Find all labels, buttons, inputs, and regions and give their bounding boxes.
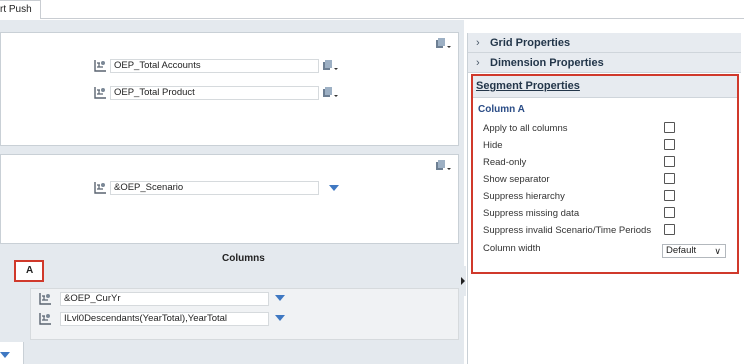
option-label: Read-only (483, 157, 527, 168)
tab-bar: rt Push (0, 0, 744, 19)
rows-strip (0, 342, 24, 364)
dimension-field[interactable]: ILvl0Descendants(YearTotal),YearTotal (60, 312, 269, 326)
option-label: Suppress hierarchy (483, 191, 565, 202)
chevron-right-icon: › (476, 57, 480, 69)
member-selector-icon[interactable] (322, 87, 338, 99)
column-width-label: Column width (483, 243, 541, 254)
dropdown-arrow-icon[interactable] (275, 295, 285, 301)
segment-column-name: Column A (478, 104, 525, 115)
dropdown-arrow-icon[interactable] (275, 315, 285, 321)
column-width-value: Default (666, 245, 697, 256)
dimension-icon (39, 292, 52, 305)
option-checkbox[interactable] (664, 122, 675, 133)
dimension-menu-icon[interactable] (435, 160, 451, 172)
column-segment-panel: &OEP_CurYr ILvl0Descendants(YearTotal),Y… (30, 288, 459, 340)
option-checkbox[interactable] (664, 139, 675, 150)
dimension-icon (39, 312, 52, 325)
option-checkbox[interactable] (664, 156, 675, 167)
grid-properties-header[interactable]: › Grid Properties (468, 33, 741, 53)
dimension-field[interactable]: &OEP_CurYr (60, 292, 269, 306)
point-of-view-panel: OEP_Total Accounts OEP_Total Product (0, 32, 459, 146)
column-segment-selector[interactable]: A (14, 260, 44, 282)
chevron-right-icon: › (476, 37, 480, 49)
segment-properties-header[interactable]: Segment Properties (473, 76, 737, 98)
dimension-icon (94, 59, 107, 72)
segment-properties-section: Segment Properties Column A Apply to all… (471, 74, 739, 274)
pov-row: OEP_Total Product (94, 86, 354, 100)
option-label: Hide (483, 140, 503, 151)
columns-title: Columns (222, 253, 265, 264)
option-label: Show separator (483, 174, 550, 185)
tab-label: rt Push (0, 4, 32, 15)
panel-splitter-handle[interactable] (459, 266, 466, 296)
chevron-down-icon: ∨ (714, 246, 721, 256)
option-label: Suppress missing data (483, 208, 580, 219)
tab-smart-push[interactable]: rt Push (0, 0, 41, 19)
option-label: Suppress invalid Scenario/Time Periods (483, 225, 652, 236)
option-checkbox[interactable] (664, 190, 675, 201)
dimension-field[interactable]: OEP_Total Accounts (110, 59, 319, 73)
form-designer: rt Push OEP_Total Accounts OEP_Total Pro… (0, 0, 744, 364)
pov-row: OEP_Total Accounts (94, 59, 354, 73)
option-checkbox[interactable] (664, 224, 675, 235)
dimension-properties-header[interactable]: › Dimension Properties (468, 53, 741, 73)
member-selector-icon[interactable] (322, 60, 338, 72)
dimension-field[interactable]: &OEP_Scenario (110, 181, 319, 195)
page-panel: &OEP_Scenario (0, 154, 459, 244)
column-segment-label: A (26, 265, 34, 276)
layout-area: OEP_Total Accounts OEP_Total Product &OE… (0, 20, 464, 364)
column-row: ILvl0Descendants(YearTotal),YearTotal (39, 312, 299, 326)
dimension-icon (94, 181, 107, 194)
columns-area: Columns A &OEP_CurYr ILvl0Descendants(Ye… (0, 246, 459, 364)
page-row: &OEP_Scenario (94, 181, 354, 195)
column-width-select[interactable]: Default ∨ (662, 244, 726, 258)
dropdown-arrow-icon[interactable] (0, 352, 10, 358)
option-checkbox[interactable] (664, 207, 675, 218)
option-label: Apply to all columns (483, 123, 568, 134)
grid-properties-title: Grid Properties (490, 37, 571, 49)
properties-pane: › Grid Properties › Dimension Properties… (467, 33, 741, 364)
dropdown-arrow-icon[interactable] (329, 185, 339, 191)
dimension-properties-title: Dimension Properties (490, 57, 604, 69)
dimension-icon (94, 86, 107, 99)
segment-properties-title: Segment Properties (476, 80, 580, 92)
dimension-field[interactable]: OEP_Total Product (110, 86, 319, 100)
dimension-menu-icon[interactable] (435, 38, 451, 50)
column-row: &OEP_CurYr (39, 292, 299, 306)
option-checkbox[interactable] (664, 173, 675, 184)
